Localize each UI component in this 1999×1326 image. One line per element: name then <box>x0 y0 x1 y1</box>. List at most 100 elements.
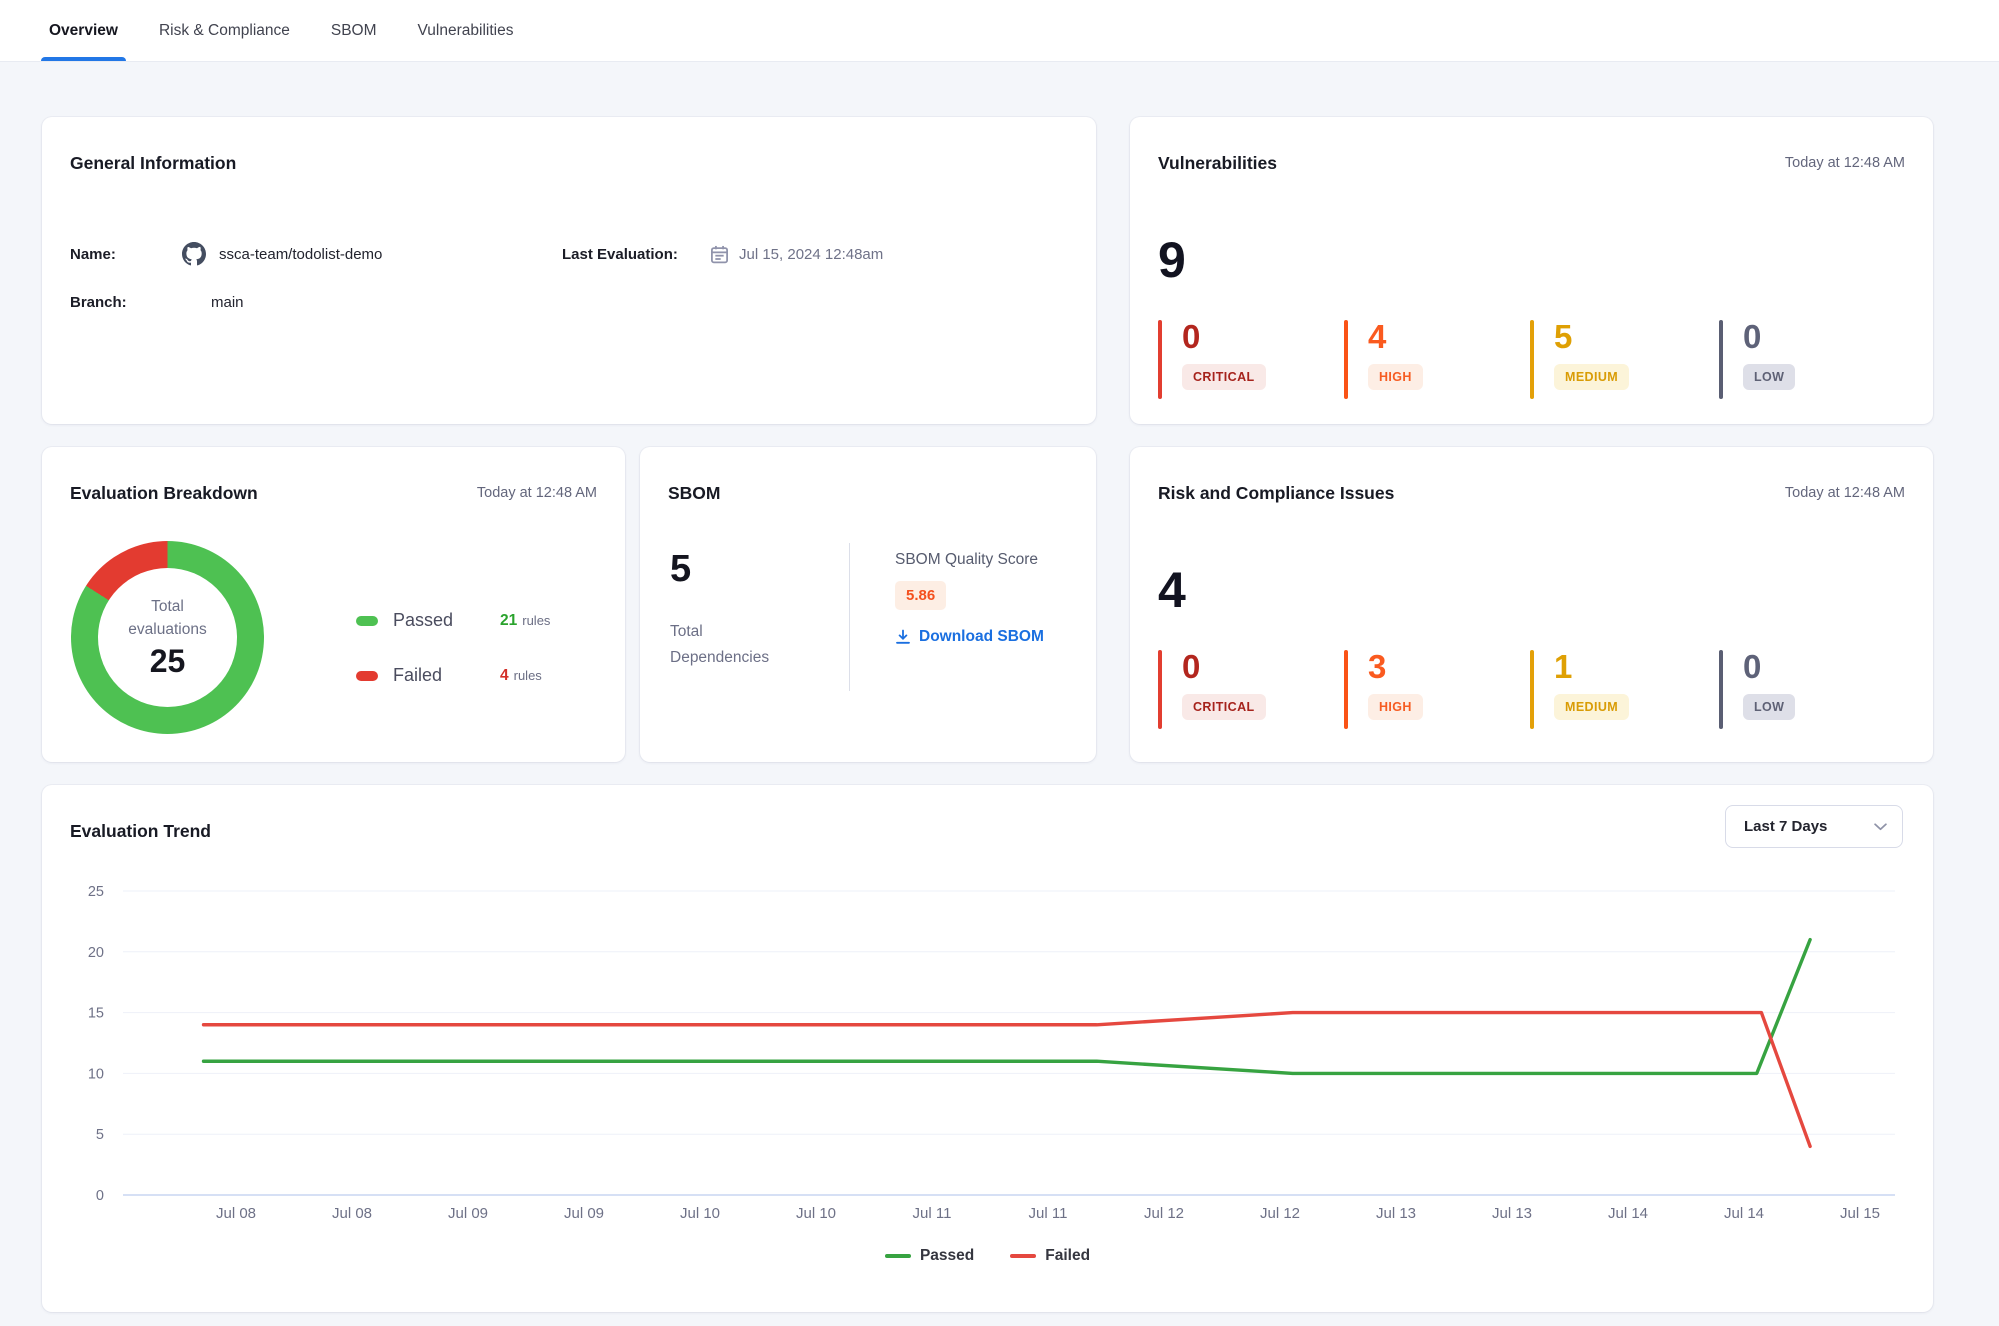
trend-chart-legend: Passed Failed <box>42 1247 1933 1265</box>
severity-high: 3 HIGH <box>1344 650 1423 729</box>
branch-row: Branch: main <box>70 287 244 317</box>
last-evaluation-label: Last Evaluation: <box>562 246 710 263</box>
evaluation-trend-line-chart: 0510152025Jul 08Jul 08Jul 09Jul 09Jul 10… <box>54 880 1914 1230</box>
medium-badge: MEDIUM <box>1554 364 1629 390</box>
tab-vulnerabilities[interactable]: Vulnerabilities <box>418 0 514 61</box>
svg-text:20: 20 <box>88 945 104 961</box>
time-range-value: Last 7 Days <box>1744 818 1827 835</box>
download-sbom-link[interactable]: Download SBOM <box>895 628 1044 646</box>
svg-text:Jul 11: Jul 11 <box>913 1205 952 1222</box>
last-evaluation-value: Jul 15, 2024 12:48am <box>739 246 883 263</box>
evaluation-breakdown-title: Evaluation Breakdown <box>70 483 258 504</box>
medium-badge: MEDIUM <box>1554 694 1629 720</box>
legend-item-failed: Failed 4 rules <box>356 665 586 686</box>
high-badge: HIGH <box>1368 694 1423 720</box>
critical-badge: CRITICAL <box>1182 694 1266 720</box>
severity-critical: 0 CRITICAL <box>1158 320 1266 399</box>
name-label: Name: <box>70 246 182 263</box>
svg-text:Jul 14: Jul 14 <box>1608 1205 1648 1222</box>
tab-risk-compliance[interactable]: Risk & Compliance <box>159 0 290 61</box>
severity-medium: 1 MEDIUM <box>1530 650 1629 729</box>
vertical-divider <box>849 543 850 691</box>
risk-compliance-total: 4 <box>1158 565 1186 615</box>
evaluation-trend-title: Evaluation Trend <box>70 821 211 842</box>
tab-overview[interactable]: Overview <box>49 0 118 61</box>
branch-label: Branch: <box>70 294 182 311</box>
legend-item-failed: Failed <box>1010 1247 1090 1265</box>
branch-value: main <box>211 294 244 311</box>
legend-item-passed: Passed 21 rules <box>356 610 586 631</box>
risk-compliance-title: Risk and Compliance Issues <box>1158 483 1394 504</box>
failed-rules-unit: rules <box>514 668 542 683</box>
severity-bar <box>1344 320 1348 399</box>
medium-count: 5 <box>1554 320 1572 355</box>
svg-text:Jul 10: Jul 10 <box>796 1205 836 1222</box>
svg-text:Jul 12: Jul 12 <box>1260 1205 1300 1222</box>
evaluation-breakdown-timestamp: Today at 12:48 AM <box>477 485 597 501</box>
low-count: 0 <box>1743 650 1761 685</box>
svg-text:10: 10 <box>88 1066 104 1082</box>
severity-low: 0 LOW <box>1719 320 1795 399</box>
passed-legend-label: Passed <box>920 1247 974 1265</box>
failed-rules-count: 4 <box>500 667 509 685</box>
severity-bar <box>1719 320 1723 399</box>
severity-bar <box>1530 320 1534 399</box>
vulnerabilities-title: Vulnerabilities <box>1158 153 1277 174</box>
svg-text:Jul 12: Jul 12 <box>1144 1205 1184 1222</box>
svg-text:Jul 14: Jul 14 <box>1724 1205 1764 1222</box>
low-count: 0 <box>1743 320 1761 355</box>
high-badge: HIGH <box>1368 364 1423 390</box>
vulnerabilities-card: Vulnerabilities Today at 12:48 AM 9 0 CR… <box>1130 117 1933 424</box>
svg-text:Jul 08: Jul 08 <box>332 1205 372 1222</box>
time-range-dropdown[interactable]: Last 7 Days <box>1725 805 1903 848</box>
high-count: 4 <box>1368 320 1386 355</box>
svg-text:0: 0 <box>96 1188 104 1204</box>
failed-legend-swatch <box>356 671 378 681</box>
download-icon <box>895 629 911 645</box>
high-count: 3 <box>1368 650 1386 685</box>
legend-item-passed: Passed <box>885 1247 974 1265</box>
tab-sbom-label: SBOM <box>331 22 377 40</box>
severity-critical: 0 CRITICAL <box>1158 650 1266 729</box>
severity-high: 4 HIGH <box>1344 320 1423 399</box>
repo-name-row: Name: ssca-team/todolist-demo <box>70 239 382 269</box>
medium-count: 1 <box>1554 650 1572 685</box>
risk-compliance-timestamp: Today at 12:48 AM <box>1785 485 1905 501</box>
passed-rules-count: 21 <box>500 612 517 630</box>
tab-vulnerabilities-label: Vulnerabilities <box>418 22 514 40</box>
chevron-down-icon <box>1874 823 1887 831</box>
top-tab-bar: Overview Risk & Compliance SBOM Vulnerab… <box>0 0 1999 62</box>
failed-line-swatch <box>1010 1254 1036 1258</box>
svg-text:Jul 11: Jul 11 <box>1029 1205 1068 1222</box>
evaluations-donut-chart: Total evaluations 25 <box>71 541 264 734</box>
severity-low: 0 LOW <box>1719 650 1795 729</box>
evaluation-trend-card: Evaluation Trend Last 7 Days 0510152025J… <box>42 785 1933 1312</box>
low-badge: LOW <box>1743 694 1795 720</box>
severity-bar <box>1530 650 1534 729</box>
svg-text:Jul 13: Jul 13 <box>1492 1205 1532 1222</box>
failed-legend-label: Failed <box>1045 1247 1090 1265</box>
sbom-card: SBOM 5 Total Dependencies SBOM Quality S… <box>640 447 1096 762</box>
svg-text:Jul 15: Jul 15 <box>1840 1205 1880 1222</box>
vulnerabilities-total: 9 <box>1158 235 1186 285</box>
general-information-card: General Information Name: ssca-team/todo… <box>42 117 1096 424</box>
svg-text:Jul 09: Jul 09 <box>564 1205 604 1222</box>
svg-text:Jul 08: Jul 08 <box>216 1205 256 1222</box>
severity-bar <box>1158 650 1162 729</box>
last-evaluation-row: Last Evaluation: Jul 15, 2024 12:48am <box>562 239 883 269</box>
total-dependencies-label: Total Dependencies <box>670 619 810 670</box>
critical-count: 0 <box>1182 320 1200 355</box>
total-dependencies-value: 5 <box>670 550 691 588</box>
donut-center-label: Total <box>151 595 184 618</box>
tab-overview-label: Overview <box>49 22 118 40</box>
tab-sbom[interactable]: SBOM <box>331 0 377 61</box>
severity-bar <box>1719 650 1723 729</box>
svg-text:Jul 13: Jul 13 <box>1376 1205 1416 1222</box>
repo-name-value: ssca-team/todolist-demo <box>219 246 382 263</box>
severity-bar <box>1344 650 1348 729</box>
passed-legend-swatch <box>356 616 378 626</box>
passed-line-swatch <box>885 1254 911 1258</box>
svg-text:5: 5 <box>96 1127 104 1143</box>
svg-text:25: 25 <box>88 884 104 900</box>
passed-legend-label: Passed <box>393 610 453 631</box>
